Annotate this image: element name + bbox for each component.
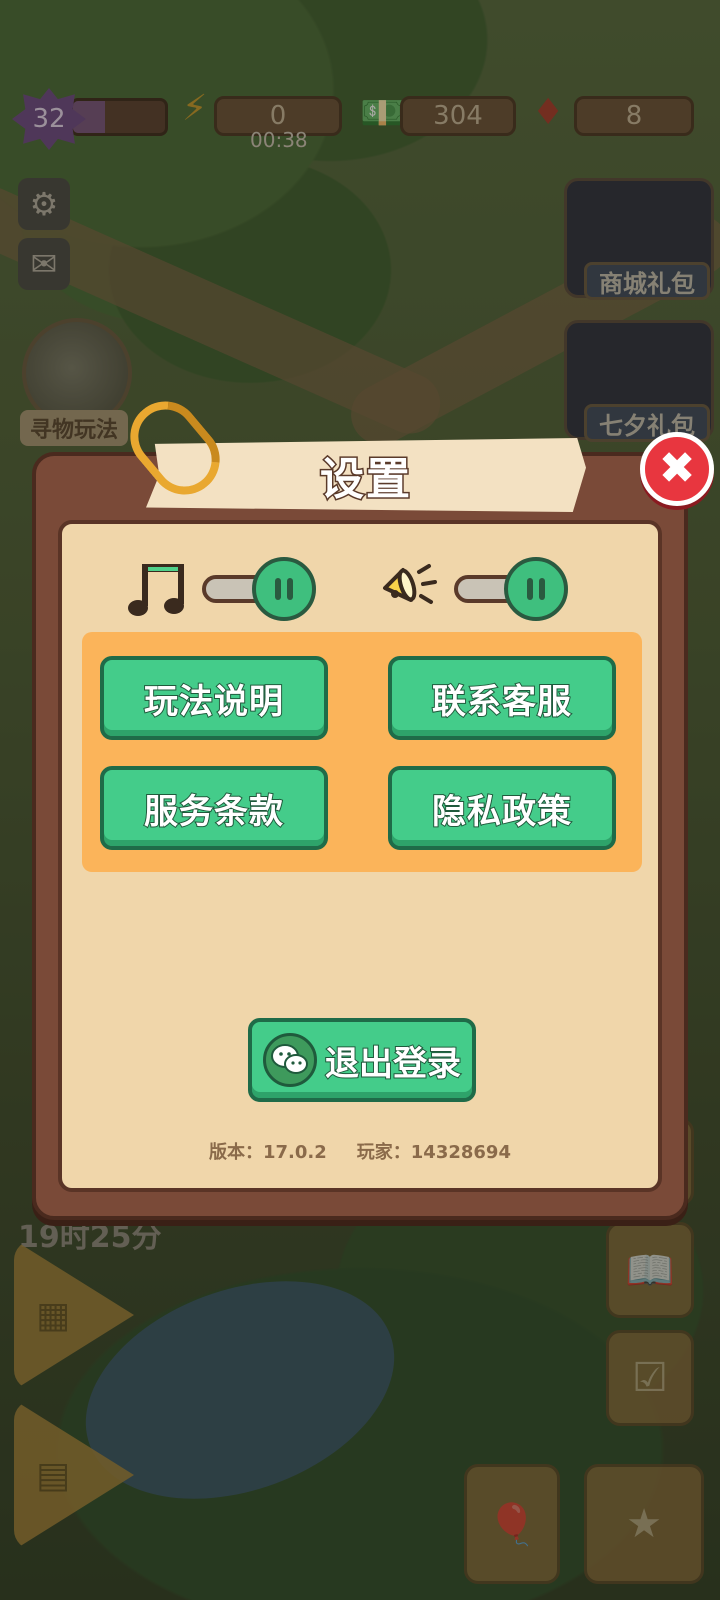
sound-toggle[interactable] bbox=[454, 557, 568, 621]
settings-dialog: 设置 玩法说明 联系客服 服务条款 隐私政策 退出登录 版本：17.0.2 玩家… bbox=[32, 387, 688, 1220]
how-to-play-button[interactable]: 玩法说明 bbox=[100, 656, 328, 740]
sound-toggle-row bbox=[374, 554, 568, 624]
privacy-policy-button[interactable]: 隐私政策 bbox=[388, 766, 616, 850]
speaker-icon bbox=[374, 554, 444, 624]
music-toggle-knob[interactable] bbox=[252, 557, 316, 621]
terms-of-service-button[interactable]: 服务条款 bbox=[100, 766, 328, 850]
contact-support-button[interactable]: 联系客服 bbox=[388, 656, 616, 740]
options-panel: 玩法说明 联系客服 服务条款 隐私政策 bbox=[82, 632, 642, 872]
logout-label: 退出登录 bbox=[324, 1043, 462, 1085]
music-toggle-row bbox=[122, 554, 316, 624]
music-toggle[interactable] bbox=[202, 557, 316, 621]
sound-toggle-knob[interactable] bbox=[504, 557, 568, 621]
dialog-title: 设置 bbox=[319, 453, 412, 507]
version-text: 版本：17.0.2 bbox=[209, 1142, 327, 1163]
player-id-text: 玩家：14328694 bbox=[356, 1142, 511, 1163]
wechat-icon bbox=[263, 1033, 317, 1087]
version-footer: 版本：17.0.2 玩家：14328694 bbox=[62, 1138, 658, 1164]
close-icon: ✖ bbox=[658, 443, 696, 494]
settings-panel: 玩法说明 联系客服 服务条款 隐私政策 退出登录 版本：17.0.2 玩家：14… bbox=[58, 520, 662, 1192]
close-button[interactable]: ✖ bbox=[640, 432, 714, 506]
music-note-icon bbox=[122, 554, 192, 624]
logout-button[interactable]: 退出登录 bbox=[248, 1018, 476, 1102]
